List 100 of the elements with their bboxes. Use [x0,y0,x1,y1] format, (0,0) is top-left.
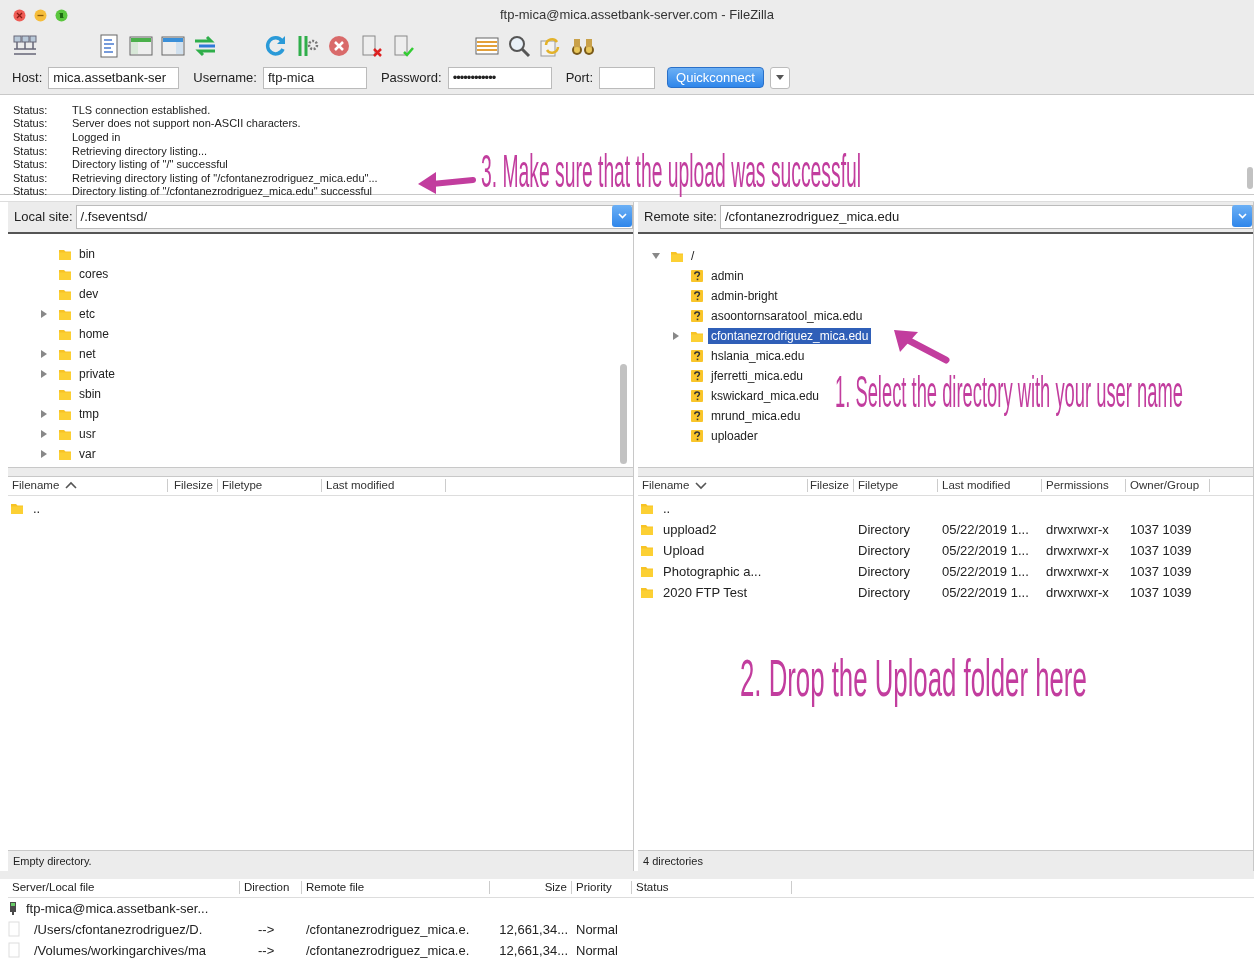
status-text: 4 directories [643,855,703,867]
collapsed-triangle-icon[interactable] [39,308,49,319]
tree-item[interactable]: mrund_mica.edu [708,407,804,424]
file-name[interactable]: Upload [663,542,705,558]
username-field[interactable]: ftp-mica [262,66,367,89]
collapsed-triangle-icon[interactable] [671,330,681,341]
folder-icon [640,564,654,579]
column-header[interactable]: Remote file [302,881,490,895]
table-cell: 05/22/2019 1... [942,584,1029,600]
table-cell: Normal [576,922,618,937]
table-cell: /cfontanezrodriguez_mica.e. [306,943,470,958]
column-header[interactable]: Filesize [808,479,854,493]
tree-item[interactable]: private [76,365,119,382]
close-icon[interactable] [13,9,26,22]
file-name[interactable]: 2020 FTP Test [663,584,748,600]
column-header[interactable]: Filesize [168,479,218,493]
question-folder-icon [690,368,704,383]
collapsed-triangle-icon[interactable] [39,428,49,439]
table-cell: Directory [858,563,910,579]
folder-icon [640,501,654,516]
column-header[interactable]: Filetype [854,479,938,493]
file-name[interactable]: uppload2 [663,521,717,537]
tree-item[interactable]: bin [76,245,98,262]
tree-item[interactable]: hslania_mica.edu [708,347,808,364]
expanded-triangle-icon[interactable] [651,250,661,261]
tree-item[interactable]: home [76,325,113,342]
table-cell: 12,661,34... [499,922,568,937]
tree-item[interactable]: usr [76,425,99,442]
site-path-field[interactable]: /.fseventsd/ [75,204,633,229]
tree-item[interactable]: var [76,445,99,462]
tree-item[interactable]: dev [76,285,102,302]
column-header[interactable]: Size [490,881,572,895]
file-icon [8,921,20,938]
log-label: Status: [13,185,49,199]
tree-item[interactable]: sbin [76,385,104,402]
folder-icon [640,585,654,600]
tree-item[interactable]: cores [76,265,112,282]
collapsed-triangle-icon[interactable] [39,348,49,359]
column-header[interactable]: Direction [240,881,302,895]
scrollbar-thumb[interactable] [620,363,627,464]
site-path-field[interactable]: /cfontanezrodriguez_mica.edu [720,204,1253,229]
tree-item[interactable]: net [76,345,99,362]
table-cell: drwxrwxr-x [1046,584,1109,600]
file-name[interactable]: Photographic a... [663,563,762,579]
table-cell: drwxrwxr-x [1046,542,1109,558]
file-name[interactable]: .. [663,500,671,516]
port-field[interactable] [599,66,656,89]
table-cell: 05/22/2019 1... [942,542,1029,558]
column-header[interactable]: Filename [638,479,808,493]
table-cell: --> [258,922,275,937]
tree-item[interactable]: / [688,247,698,264]
dropdown-button[interactable] [612,204,632,227]
collapsed-triangle-icon[interactable] [39,408,49,419]
tree-item[interactable]: etc [76,305,98,322]
tree-item[interactable]: uploader [708,427,761,444]
question-folder-icon [690,408,704,423]
tree-item[interactable]: admin [708,267,747,284]
sort-down-icon [695,481,708,491]
annotation-text: 1. Select the directory with your user name [835,370,1183,414]
dropdown-button[interactable] [1232,204,1252,227]
host-field[interactable]: mica.assetbank-ser [48,66,180,89]
minimize-icon[interactable] [34,9,47,22]
column-header[interactable]: Status [632,881,792,895]
column-header[interactable]: Last modified [322,479,446,493]
zoom-icon[interactable] [55,9,68,22]
tree-item[interactable]: admin-bright [708,287,781,304]
scrollbar-thumb[interactable] [1247,166,1253,189]
table-cell: 05/22/2019 1... [942,521,1029,537]
question-folder-icon [690,268,704,283]
file-name[interactable]: .. [33,500,41,516]
column-header[interactable]: Permissions [1042,479,1126,493]
log-message: Directory listing of "/" successful [72,158,228,172]
table-cell: /Users/cfontanezrodriguez/D. [34,922,203,937]
column-header[interactable]: Owner/Group [1126,479,1210,493]
folder-icon [640,522,654,537]
table-cell: Directory [858,521,910,537]
collapsed-triangle-icon[interactable] [39,368,49,379]
password-field[interactable]: •••••••••••• [447,66,552,89]
question-folder-icon [690,428,704,443]
tree-item[interactable]: kswickard_mica.edu [708,387,823,404]
folder-icon [10,501,24,516]
collapsed-triangle-icon[interactable] [39,448,49,459]
username-label: Username: [193,70,257,86]
dropdown-button[interactable] [769,66,790,89]
column-header[interactable]: Priority [572,881,632,895]
table-cell: Directory [858,584,910,600]
table-cell: --> [258,943,275,958]
column-header[interactable]: Server/Local file [8,881,240,895]
tree-item[interactable]: tmp [76,405,102,422]
log-label: Status: [13,144,49,159]
tree-item[interactable]: jferretti_mica.edu [708,367,807,384]
column-header[interactable]: Filetype [218,479,322,493]
password-label: Password: [380,70,442,86]
table-cell: 05/22/2019 1... [942,563,1029,579]
column-header[interactable]: Last modified [938,479,1042,493]
log-label: Status: [13,158,49,172]
column-header[interactable]: Filename [8,479,168,493]
table-cell: drwxrwxr-x [1046,563,1109,579]
tree-item[interactable]: cfontanezrodriguez_mica.edu [708,327,872,344]
tree-item[interactable]: asoontornsaratool_mica.edu [708,307,866,324]
